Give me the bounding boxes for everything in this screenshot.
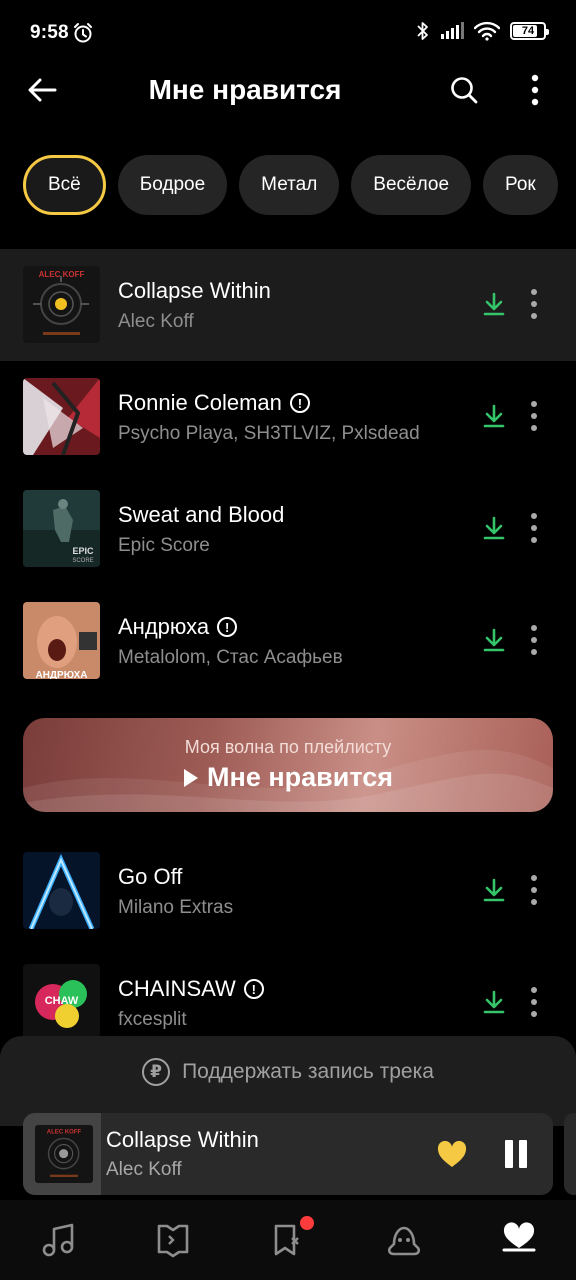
svg-text:CHAW: CHAW: [45, 995, 79, 1007]
downloaded-icon[interactable]: [482, 516, 506, 540]
track-row[interactable]: ALEC KOFF Collapse Within Alec Koff: [0, 249, 576, 361]
like-heart-icon[interactable]: [436, 1139, 468, 1169]
explicit-icon: !: [289, 393, 310, 413]
status-bar: 9:58 74: [0, 0, 576, 66]
search-button[interactable]: [444, 70, 484, 110]
battery-level: 74: [521, 25, 535, 37]
track-row[interactable]: Go Off Milano Extras: [0, 835, 576, 947]
track-title: Андрюха!: [118, 614, 238, 640]
my-wave-banner[interactable]: Моя волна по плейлисту Мне нравится: [23, 718, 553, 812]
track-title: Collapse Within: [118, 278, 271, 304]
chip-energetic[interactable]: Бодрое: [117, 155, 228, 215]
music-icon: [42, 1223, 74, 1257]
track-title-text: Go Off: [118, 864, 183, 889]
track-artist: Alec Koff: [118, 311, 194, 332]
chip-metal[interactable]: Метал: [239, 155, 340, 215]
track-more-icon[interactable]: [522, 623, 546, 657]
player-cover: ALEC KOFF: [35, 1125, 93, 1183]
alarm-icon: [74, 23, 92, 43]
track-row[interactable]: Ronnie Coleman! Psycho Playa, SH3TLVIZ, …: [0, 361, 576, 473]
svg-text:АНДРЮХА: АНДРЮХА: [35, 670, 87, 679]
battery-indicator: 74: [510, 22, 549, 40]
nav-collection[interactable]: [499, 1220, 539, 1260]
nav-kids[interactable]: [384, 1220, 424, 1260]
explicit-icon: !: [243, 979, 264, 999]
svg-text:ALEC KOFF: ALEC KOFF: [47, 1129, 82, 1135]
track-cover: ALEC KOFF: [23, 266, 100, 343]
track-title-text: Collapse Within: [118, 278, 271, 303]
bluetooth-icon: [417, 22, 428, 40]
ruble-icon: ₽: [142, 1058, 171, 1086]
wave-title-text: Мне нравится: [207, 762, 393, 792]
bottom-nav: [0, 1200, 576, 1280]
track-row[interactable]: АНДРЮХА Андрюха! Metalolom, Стас Асафьев: [0, 585, 576, 697]
track-title: Sweat and Blood: [118, 502, 284, 528]
wave-title: Мне нравится: [23, 762, 553, 793]
vertical-dots-icon: [531, 74, 539, 106]
svg-text:SCORE: SCORE: [72, 558, 93, 564]
downloaded-icon[interactable]: [482, 292, 506, 316]
track-title: CHAINSAW!: [118, 976, 264, 1002]
track-cover: [23, 378, 100, 455]
player-track-artist: Alec Koff: [106, 1159, 182, 1180]
filter-chips: Всё Бодрое Метал Весёлое Рок: [23, 155, 558, 215]
chip-all[interactable]: Всё: [23, 155, 106, 215]
explicit-icon: !: [217, 617, 238, 637]
downloaded-icon[interactable]: [482, 404, 506, 428]
track-cover: [23, 852, 100, 929]
nav-bookmarks[interactable]: [268, 1216, 314, 1260]
mini-player[interactable]: ALEC KOFF Collapse Within Alec Koff: [23, 1113, 553, 1195]
page-title: Мне нравится: [148, 74, 342, 105]
downloaded-icon[interactable]: [482, 628, 506, 652]
track-artist: Psycho Playa, SH3TLVIZ, Pxlsdead: [118, 423, 420, 444]
track-artist: Metalolom, Стас Асафьев: [118, 647, 343, 668]
track-more-icon[interactable]: [522, 399, 546, 433]
signal-icon: [441, 22, 464, 39]
next-track-peek[interactable]: [564, 1113, 576, 1195]
track-title-text: CHAINSAW: [118, 976, 236, 1001]
chip-cheerful[interactable]: Весёлое: [351, 155, 472, 215]
downloaded-icon[interactable]: [482, 990, 506, 1014]
track-title: Go Off: [118, 864, 182, 890]
header: Мне нравится: [0, 60, 576, 120]
track-cover: EPIC SCORE: [23, 490, 100, 567]
heart-icon: [502, 1222, 536, 1252]
track-cover: АНДРЮХА: [23, 602, 100, 679]
nav-map[interactable]: [153, 1220, 193, 1260]
wave-subtitle: Моя волна по плейлисту: [184, 737, 392, 757]
search-icon: [451, 77, 478, 104]
track-artist: fxcesplit: [118, 1009, 187, 1030]
track-more-icon[interactable]: [522, 511, 546, 545]
track-more-icon[interactable]: [522, 287, 546, 321]
track-title-text: Ronnie Coleman: [118, 390, 282, 415]
wifi-icon: [474, 21, 500, 41]
svg-text:EPIC: EPIC: [72, 546, 94, 556]
kids-icon: [387, 1226, 421, 1256]
track-title-text: Андрюха: [118, 614, 210, 639]
pause-button[interactable]: [505, 1140, 529, 1168]
notification-badge: [300, 1216, 314, 1230]
track-artist: Epic Score: [118, 535, 210, 556]
track-more-icon[interactable]: [522, 873, 546, 907]
downloaded-icon[interactable]: [482, 878, 506, 902]
nav-music[interactable]: [38, 1220, 78, 1260]
track-row[interactable]: EPIC SCORE Sweat and Blood Epic Score: [0, 473, 576, 585]
player-track-title: Collapse Within: [106, 1127, 259, 1152]
track-cover: CHAW: [23, 964, 100, 1041]
chip-rock[interactable]: Рок: [483, 155, 558, 215]
track-artist: Milano Extras: [118, 897, 234, 918]
track-title: Ronnie Coleman!: [118, 390, 310, 416]
more-options-button[interactable]: [515, 70, 555, 110]
track-title-text: Sweat and Blood: [118, 502, 285, 527]
track-more-icon[interactable]: [522, 985, 546, 1019]
play-icon: [184, 768, 199, 787]
support-label: Поддержать запись трека: [182, 1060, 434, 1083]
map-icon: [157, 1224, 189, 1258]
status-time: 9:58: [30, 22, 69, 43]
